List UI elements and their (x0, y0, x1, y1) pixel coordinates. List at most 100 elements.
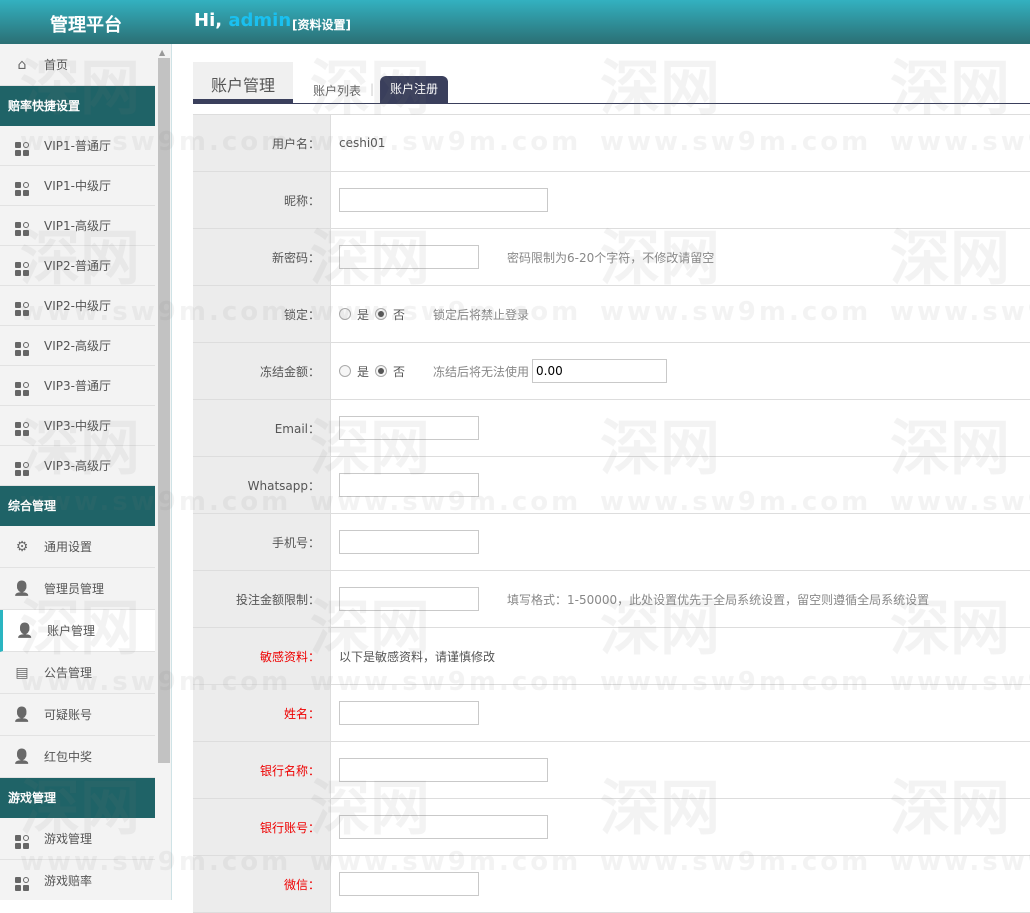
sidebar-item[interactable]: VIP1-普通厅 (0, 126, 155, 166)
bank-account-label: 银行账号： (193, 799, 331, 855)
email-label: Email： (193, 400, 331, 456)
radio-label: 否 (393, 306, 405, 323)
sidebar-item-label: 游戏管理 (44, 830, 92, 847)
sensitive-label: 敏感资料： (193, 628, 331, 684)
wechat-input[interactable] (339, 872, 479, 896)
row-bet-limit: 投注金额限制： 填写格式：1-50000，此处设置优先于全局系统设置，留空则遵循全… (193, 571, 1030, 628)
sidebar-item[interactable]: VIP3-中级厅 (0, 406, 155, 446)
radio-label: 是 (357, 306, 369, 323)
scroll-up-arrow-icon[interactable]: ▲ (159, 48, 165, 57)
sidebar-item-label: VIP3-中级厅 (44, 417, 111, 434)
sidebar-item[interactable]: VIP2-中级厅 (0, 286, 155, 326)
sidebar-item[interactable]: VIP3-普通厅 (0, 366, 155, 406)
account-form: 用户名：ceshi01 昵称： 新密码：密码限制为6-20个字符，不修改请留空 … (193, 114, 1030, 913)
tab-divider: | (370, 82, 374, 96)
tab-account-register[interactable]: 账户注册 (380, 76, 448, 103)
sidebar-item[interactable]: VIP2-普通厅 (0, 246, 155, 286)
notice-icon: ▤ (0, 665, 44, 681)
sidebar-item-label: 账户管理 (47, 622, 95, 639)
row-sensitive: 敏感资料： 以下是敏感资料，请谨慎修改 (193, 628, 1030, 685)
profile-settings-link[interactable]: [资料设置] (292, 16, 351, 33)
username-value: ceshi01 (339, 136, 385, 150)
row-whatsapp: Whatsapp： (193, 457, 1030, 514)
bank-name-input[interactable] (339, 758, 548, 782)
user-icon: 👤 (3, 623, 47, 639)
sidebar-item-home[interactable]: ⌂首页 (0, 44, 155, 86)
bet-limit-input[interactable] (339, 587, 479, 611)
password-hint: 密码限制为6-20个字符，不修改请留空 (507, 249, 714, 266)
freeze-label: 冻结金额： (193, 343, 331, 399)
lock-yes-radio[interactable] (339, 308, 351, 320)
sidebar-item-label: 通用设置 (44, 538, 92, 555)
radio-label: 否 (393, 363, 405, 380)
apps-grid-icon (0, 416, 44, 436)
whatsapp-input[interactable] (339, 473, 479, 497)
tab-account-list[interactable]: 账户列表 (313, 82, 361, 99)
sidebar-item-label: VIP3-高级厅 (44, 457, 111, 474)
email-input[interactable] (339, 416, 479, 440)
apps-grid-icon (0, 456, 44, 476)
sidebar-item[interactable]: 👤红包中奖 (0, 736, 155, 778)
apps-grid-icon (0, 376, 44, 396)
freeze-amount-input[interactable] (532, 359, 667, 383)
bet-limit-label: 投注金额限制： (193, 571, 331, 627)
tab-bar: 账户管理 账户列表 | 账户注册 (193, 62, 1030, 104)
greeting: Hi, admin (194, 10, 291, 31)
nickname-label: 昵称： (193, 172, 331, 228)
phone-input[interactable] (339, 530, 479, 554)
lock-no-radio[interactable] (375, 308, 387, 320)
sidebar-item-label: VIP2-高级厅 (44, 337, 111, 354)
sidebar-item[interactable]: 👤账户管理 (0, 610, 155, 652)
top-header: 管理平台 Hi, admin [资料设置] (0, 0, 1030, 44)
whatsapp-label: Whatsapp： (193, 457, 331, 513)
user-icon: 👤 (0, 749, 44, 765)
sidebar-item-label: VIP2-中级厅 (44, 297, 111, 314)
sidebar-item-label: 红包中奖 (44, 748, 92, 765)
sidebar-item[interactable]: 👤管理员管理 (0, 568, 155, 610)
row-bank-account: 银行账号： (193, 799, 1030, 856)
apps-grid-icon (0, 829, 44, 849)
bank-account-input[interactable] (339, 815, 548, 839)
sidebar-item[interactable]: ⚙通用设置 (0, 526, 155, 568)
sidebar-item-label: 游戏赔率 (44, 872, 92, 889)
gear-icon: ⚙ (0, 539, 44, 555)
page-title: 账户管理 (193, 62, 293, 103)
password-input[interactable] (339, 245, 479, 269)
sidebar-item-label: 公告管理 (44, 664, 92, 681)
apps-grid-icon (0, 336, 44, 356)
sidebar-item[interactable]: VIP1-高级厅 (0, 206, 155, 246)
row-nickname: 昵称： (193, 172, 1030, 229)
sidebar-section-header[interactable]: 游戏管理 (0, 778, 155, 818)
row-password: 新密码： 密码限制为6-20个字符，不修改请留空 (193, 229, 1030, 286)
sidebar-item[interactable]: 游戏管理 (0, 818, 155, 860)
sensitive-note: 以下是敏感资料，请谨慎修改 (339, 648, 495, 665)
sidebar-item-label: VIP2-普通厅 (44, 257, 111, 274)
sidebar-section-header[interactable]: 赔率快捷设置 (0, 86, 155, 126)
radio-label: 是 (357, 363, 369, 380)
sidebar-item[interactable]: VIP1-中级厅 (0, 166, 155, 206)
password-label: 新密码： (193, 229, 331, 285)
lock-hint: 锁定后将禁止登录 (433, 306, 529, 323)
row-bank-name: 银行名称： (193, 742, 1030, 799)
sidebar-scroll-thumb[interactable] (158, 58, 170, 763)
phone-label: 手机号： (193, 514, 331, 570)
freeze-no-radio[interactable] (375, 365, 387, 377)
user-icon: 👤 (0, 707, 44, 723)
freeze-yes-radio[interactable] (339, 365, 351, 377)
username-link[interactable]: admin (228, 10, 291, 31)
name-label: 姓名： (193, 685, 331, 741)
admin-user-icon: 👤 (0, 581, 44, 597)
row-wechat: 微信： (193, 856, 1030, 913)
sidebar-item[interactable]: VIP3-高级厅 (0, 446, 155, 486)
sidebar-item[interactable]: 游戏赔率 (0, 860, 155, 900)
lock-label: 锁定： (193, 286, 331, 342)
sidebar-section-header[interactable]: 综合管理 (0, 486, 155, 526)
sidebar-item[interactable]: 👤可疑账号 (0, 694, 155, 736)
sidebar-item[interactable]: VIP2-高级厅 (0, 326, 155, 366)
row-email: Email： (193, 400, 1030, 457)
bet-limit-hint: 填写格式：1-50000，此处设置优先于全局系统设置，留空则遵循全局系统设置 (507, 591, 929, 608)
name-input[interactable] (339, 701, 479, 725)
nickname-input[interactable] (339, 188, 548, 212)
username-label: 用户名： (193, 115, 331, 171)
sidebar-item[interactable]: ▤公告管理 (0, 652, 155, 694)
